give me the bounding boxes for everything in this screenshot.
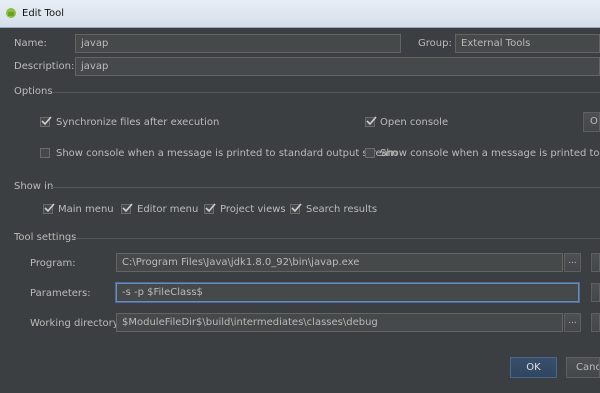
name-field[interactable]: javap bbox=[75, 34, 401, 53]
project-views-label: Project views bbox=[220, 204, 286, 215]
working-directory-insert-macro-button[interactable] bbox=[591, 313, 600, 332]
check-icon bbox=[41, 116, 52, 126]
show-in-section-title: Show in bbox=[14, 181, 54, 192]
check-icon bbox=[291, 203, 302, 213]
program-browse-button[interactable]: ... bbox=[564, 253, 581, 272]
open-console-checkbox[interactable] bbox=[365, 116, 377, 127]
ok-button[interactable]: OK bbox=[510, 357, 557, 378]
check-icon bbox=[205, 203, 216, 213]
show-stderr-checkbox[interactable] bbox=[365, 148, 375, 158]
editor-menu-checkbox[interactable] bbox=[121, 203, 133, 214]
check-icon bbox=[122, 203, 133, 213]
working-directory-field[interactable]: $ModuleFileDir$\build\intermediates\clas… bbox=[116, 313, 563, 332]
program-label: Program: bbox=[30, 258, 76, 269]
project-views-checkbox[interactable] bbox=[204, 203, 216, 214]
sync-label: Synchronize files after execution bbox=[56, 117, 220, 128]
check-icon bbox=[44, 203, 55, 213]
description-field[interactable]: javap bbox=[75, 57, 600, 76]
show-in-divider bbox=[52, 187, 600, 188]
cancel-button[interactable]: Cance bbox=[566, 357, 600, 378]
tool-settings-section-title: Tool settings bbox=[14, 232, 77, 243]
sync-checkbox[interactable] bbox=[40, 116, 52, 127]
show-stdout-checkbox[interactable] bbox=[40, 148, 50, 158]
group-combo[interactable]: External Tools bbox=[455, 34, 600, 53]
show-stderr-label: Show console when a message is printed t… bbox=[380, 148, 600, 159]
program-field[interactable]: C:\Program Files\Java\jdk1.8.0_92\bin\ja… bbox=[116, 253, 563, 272]
parameters-insert-macro-button[interactable] bbox=[591, 283, 600, 302]
check-icon bbox=[366, 116, 377, 126]
parameters-label: Parameters: bbox=[30, 288, 91, 299]
editor-menu-label: Editor menu bbox=[137, 204, 199, 215]
main-menu-label: Main menu bbox=[58, 204, 114, 215]
title-bar bbox=[0, 0, 600, 28]
search-results-label: Search results bbox=[306, 204, 378, 215]
parameters-field[interactable]: -s -p $FileClass$ bbox=[116, 283, 579, 302]
program-insert-macro-button[interactable] bbox=[591, 253, 600, 272]
options-divider bbox=[52, 92, 600, 93]
search-results-checkbox[interactable] bbox=[290, 203, 302, 214]
tool-settings-divider bbox=[72, 238, 600, 239]
show-stdout-label: Show console when a message is printed t… bbox=[56, 148, 398, 159]
options-section-title: Options bbox=[14, 86, 53, 97]
working-directory-browse-button[interactable]: ... bbox=[564, 313, 581, 332]
group-label: Group: bbox=[418, 38, 452, 49]
open-console-label: Open console bbox=[380, 117, 449, 128]
main-menu-checkbox[interactable] bbox=[43, 203, 55, 214]
android-icon bbox=[6, 8, 16, 18]
description-label: Description: bbox=[14, 61, 75, 72]
window-title: Edit Tool bbox=[22, 8, 64, 19]
options-output-filters-button[interactable]: O bbox=[583, 112, 600, 132]
working-directory-label: Working directory: bbox=[30, 318, 122, 329]
name-label: Name: bbox=[14, 38, 47, 49]
